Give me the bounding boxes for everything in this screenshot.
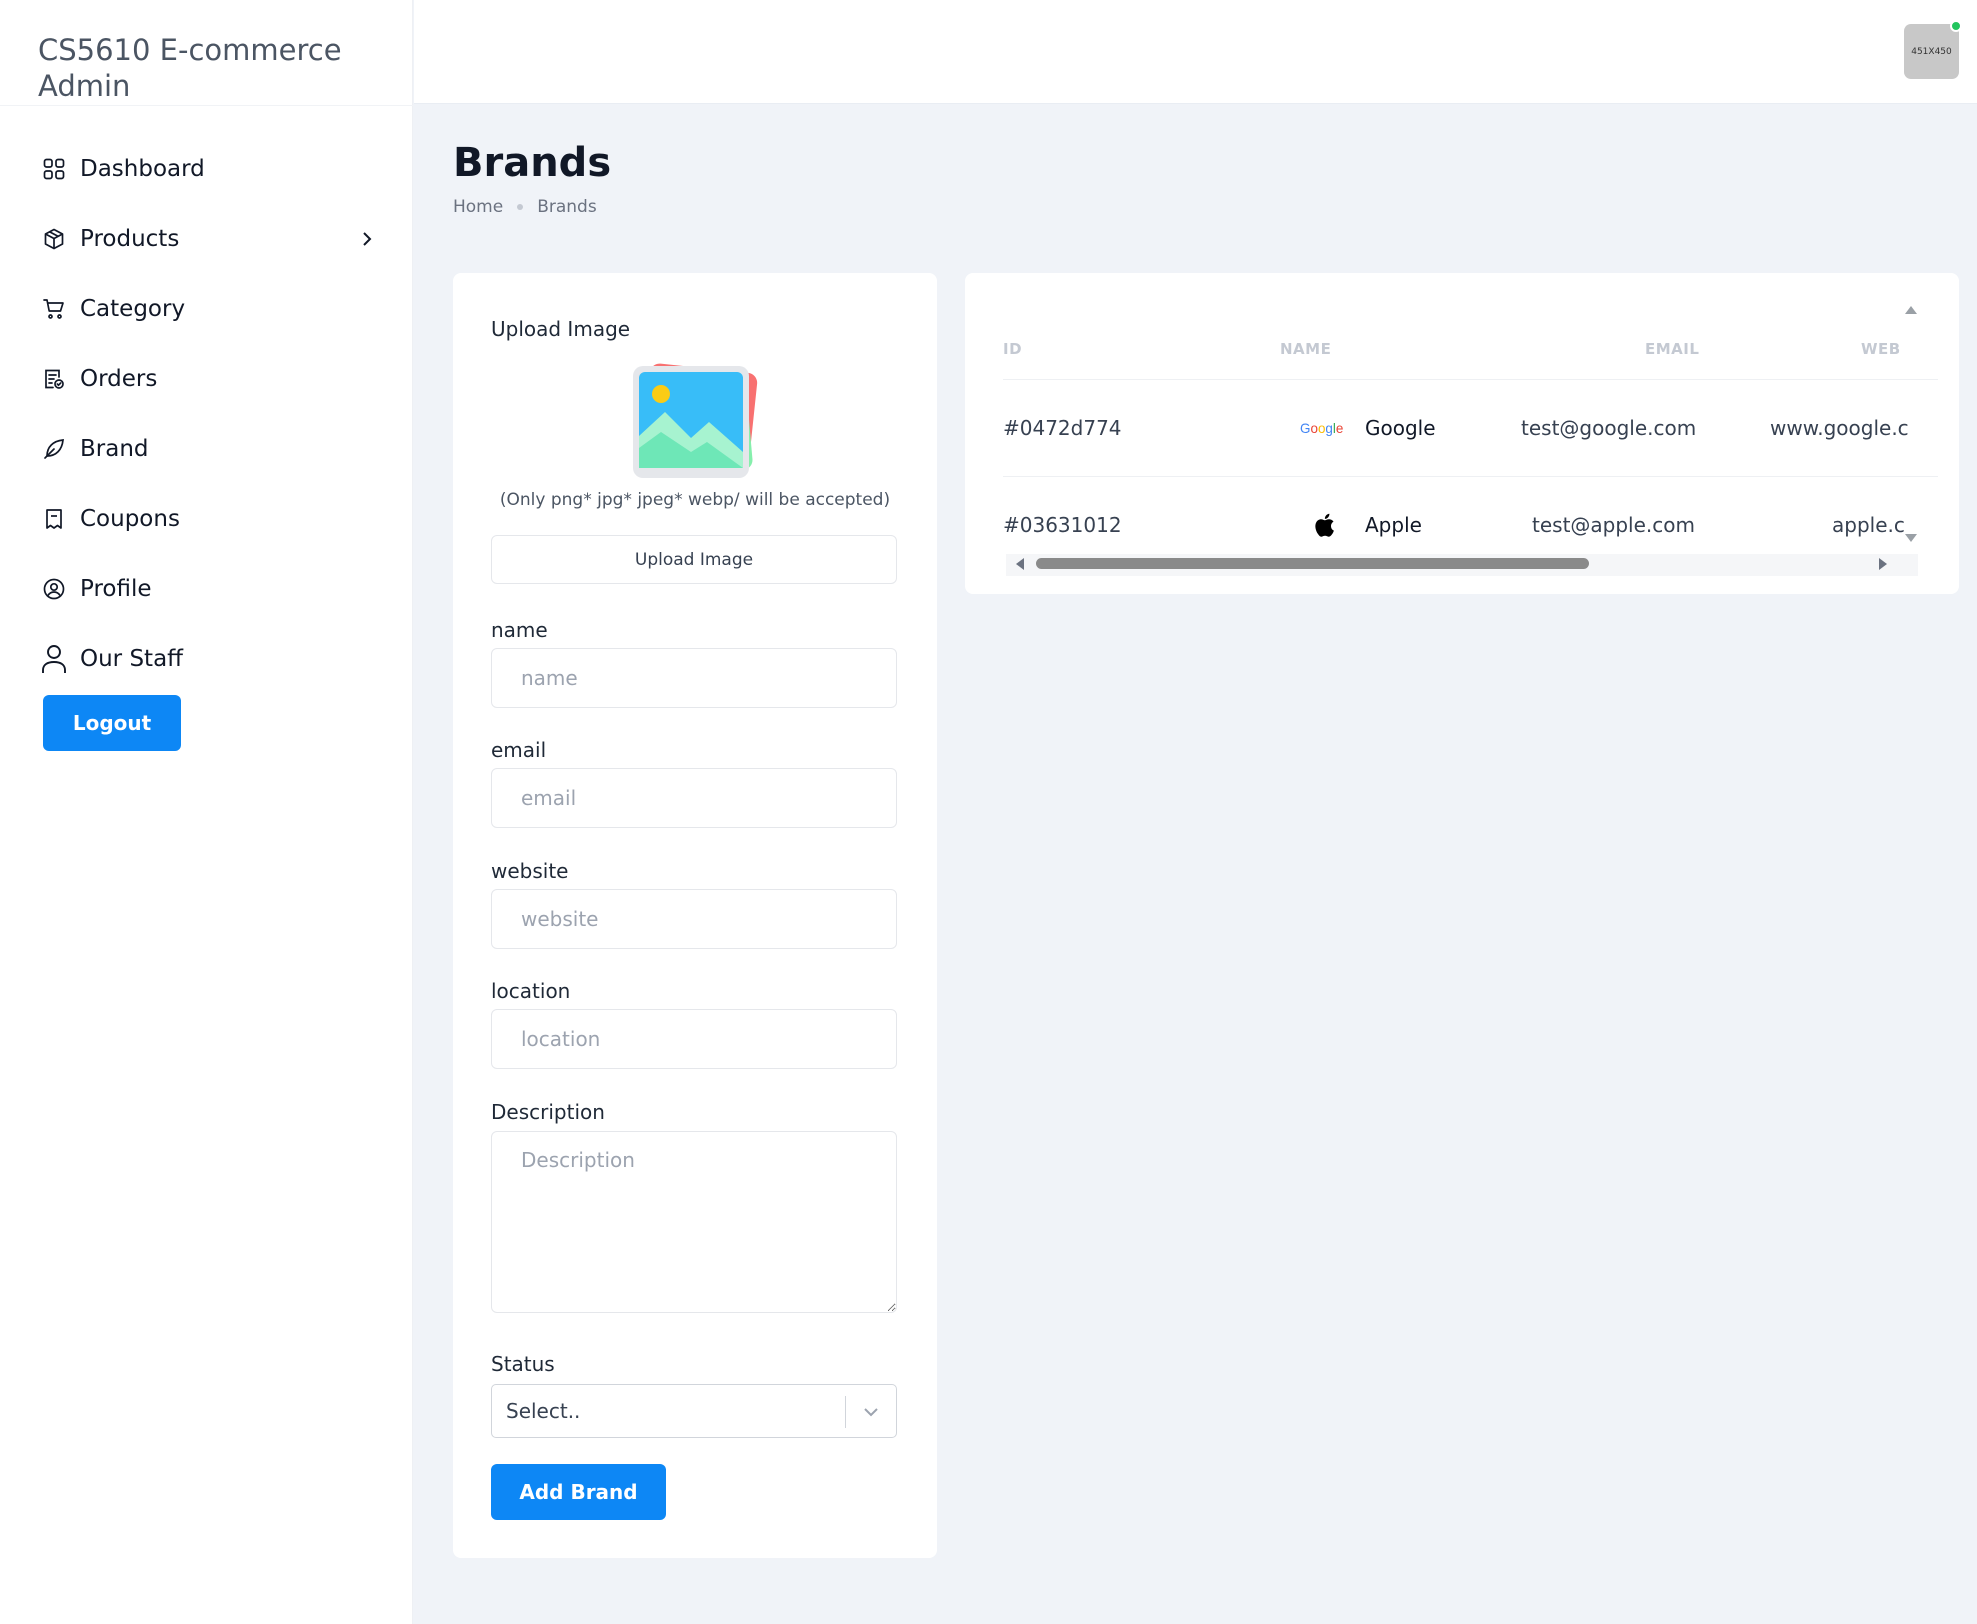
scroll-down-arrow-icon[interactable] — [1903, 530, 1919, 544]
svg-text:Google: Google — [1300, 421, 1343, 436]
location-input[interactable] — [491, 1009, 897, 1069]
sidebar-nav: Dashboard Products Category Orders Brand… — [0, 134, 413, 694]
table-row[interactable]: #0472d774 Google Google test@google.com … — [1003, 379, 1938, 476]
breadcrumb-separator — [517, 204, 524, 210]
sidebar-item-label: Our Staff — [80, 646, 184, 672]
sidebar-item-coupons[interactable]: Coupons — [0, 484, 413, 554]
sidebar-item-profile[interactable]: Profile — [0, 554, 413, 624]
sidebar-item-label: Brand — [80, 436, 149, 462]
cell-website[interactable]: apple.c — [1832, 513, 1905, 537]
breadcrumb-current: Brands — [537, 197, 597, 217]
column-header-name: NAME — [1280, 340, 1332, 358]
online-status-indicator — [1950, 20, 1962, 32]
sidebar-item-dashboard[interactable]: Dashboard — [0, 134, 413, 204]
name-input[interactable] — [491, 648, 897, 708]
cart-icon — [40, 295, 68, 323]
grid-icon — [40, 155, 68, 183]
add-brand-button[interactable]: Add Brand — [491, 1464, 666, 1520]
scroll-up-arrow-icon[interactable] — [1903, 302, 1919, 316]
status-select-value: Select.. — [506, 1399, 581, 1423]
sidebar-divider — [0, 105, 413, 106]
sidebar: CS5610 E-commerce Admin Dashboard Produc… — [0, 0, 413, 1624]
sidebar-item-label: Dashboard — [80, 156, 205, 182]
sidebar-item-label: Profile — [80, 576, 152, 602]
avatar[interactable]: 451X450 — [1904, 24, 1959, 79]
upload-image-label: Upload Image — [491, 317, 631, 341]
select-separator — [845, 1396, 846, 1428]
description-label: Description — [491, 1100, 605, 1124]
sidebar-item-label: Category — [80, 296, 186, 322]
ticket-icon — [40, 505, 68, 533]
avatar-placeholder-text: 451X450 — [1911, 46, 1952, 57]
sidebar-item-category[interactable]: Category — [0, 274, 413, 344]
cell-name: Apple — [1365, 513, 1422, 537]
chevron-right-icon[interactable] — [356, 225, 378, 253]
breadcrumb: Home Brands — [453, 197, 597, 217]
box-icon — [40, 225, 68, 253]
app-title: CS5610 E-commerce Admin — [38, 33, 342, 103]
sidebar-item-label: Products — [80, 226, 180, 252]
description-textarea[interactable] — [491, 1131, 897, 1313]
clipboard-check-icon — [40, 365, 68, 393]
page-title: Brands — [453, 140, 612, 186]
user-icon — [40, 645, 68, 673]
cell-email: test@apple.com — [1532, 513, 1695, 537]
table-row[interactable]: #03631012 Apple test@apple.com apple.c — [1003, 476, 1938, 547]
email-input[interactable] — [491, 768, 897, 828]
email-label: email — [491, 738, 547, 762]
apple-logo-icon — [1300, 511, 1348, 539]
website-label: website — [491, 859, 569, 883]
brands-table-card: ID NAME EMAIL WEB #0472d774 Google Googl… — [965, 273, 1959, 594]
add-brand-form: Upload Image (Only png* jpg* jpeg* webp/… — [453, 273, 937, 1558]
leaf-icon — [40, 435, 68, 463]
top-bar — [414, 0, 1977, 104]
logout-button[interactable]: Logout — [43, 695, 181, 751]
sidebar-item-label: Coupons — [80, 506, 180, 532]
breadcrumb-home[interactable]: Home — [453, 197, 503, 217]
image-placeholder-icon[interactable] — [623, 358, 763, 488]
location-label: location — [491, 979, 571, 1003]
column-header-id: ID — [1003, 340, 1023, 358]
sidebar-item-products[interactable]: Products — [0, 204, 413, 274]
upload-hint: (Only png* jpg* jpeg* webp/ will be acce… — [499, 490, 891, 510]
sidebar-item-brand[interactable]: Brand — [0, 414, 413, 484]
horizontal-scrollbar-thumb[interactable] — [1036, 558, 1589, 569]
sidebar-item-orders[interactable]: Orders — [0, 344, 413, 414]
cell-name: Google — [1365, 416, 1436, 440]
google-logo-icon: Google — [1300, 414, 1348, 442]
status-select[interactable]: Select.. — [491, 1384, 897, 1438]
status-label: Status — [491, 1352, 555, 1376]
chevron-down-icon[interactable] — [856, 1398, 886, 1426]
column-header-email: EMAIL — [1645, 340, 1700, 358]
cell-id: #03631012 — [1003, 513, 1122, 537]
cell-website[interactable]: www.google.c — [1770, 416, 1909, 440]
name-label: name — [491, 618, 548, 642]
user-circle-icon — [40, 575, 68, 603]
upload-image-button[interactable]: Upload Image — [491, 535, 897, 584]
sidebar-item-our-staff[interactable]: Our Staff — [0, 624, 413, 694]
scroll-left-arrow-icon[interactable] — [1012, 556, 1028, 572]
sidebar-item-label: Orders — [80, 366, 158, 392]
cell-email: test@google.com — [1521, 416, 1697, 440]
column-header-website: WEB — [1861, 340, 1901, 358]
website-input[interactable] — [491, 889, 897, 949]
cell-id: #0472d774 — [1003, 416, 1122, 440]
brands-table: ID NAME EMAIL WEB #0472d774 Google Googl… — [1003, 295, 1938, 547]
scroll-right-arrow-icon[interactable] — [1875, 556, 1891, 572]
